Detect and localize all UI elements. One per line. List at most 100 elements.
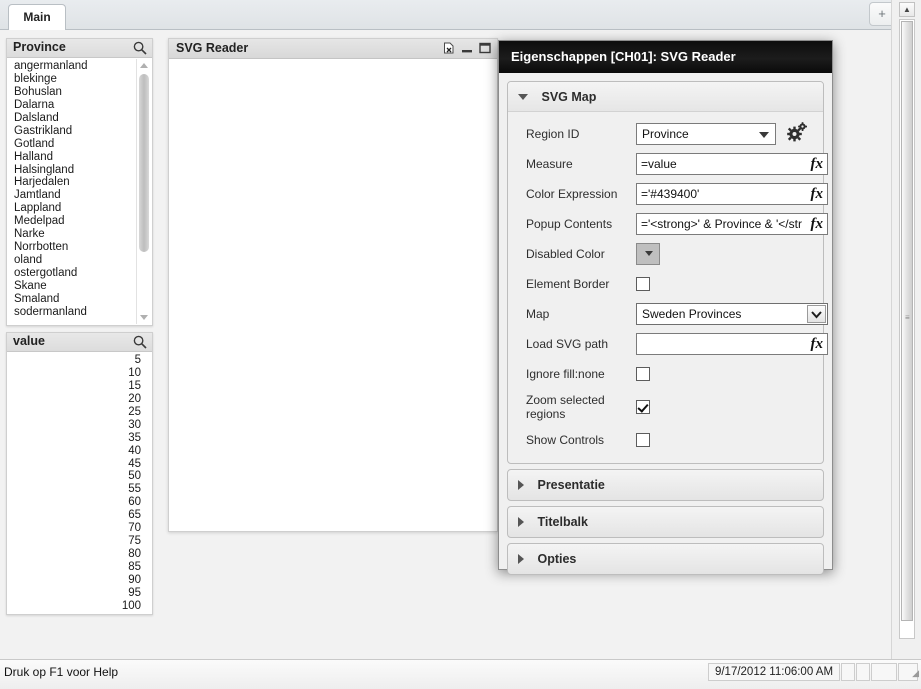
zoom-selected-regions-checkbox[interactable] <box>636 400 650 414</box>
region-id-dropdown[interactable]: Province <box>636 122 776 145</box>
list-item[interactable]: 25 <box>8 406 147 419</box>
chevron-right-icon[interactable] <box>518 516 524 527</box>
list-item[interactable]: 10 <box>8 367 147 380</box>
list-item[interactable]: Bohuslan <box>8 86 137 99</box>
show-controls-checkbox[interactable] <box>636 433 650 447</box>
list-item[interactable]: Gotland <box>8 138 137 151</box>
fx-icon[interactable]: fx <box>811 335 824 354</box>
list-item[interactable]: blekinge <box>8 73 137 86</box>
list-item[interactable]: Narke <box>8 228 137 241</box>
scroll-down-icon[interactable] <box>137 310 151 324</box>
list-item[interactable]: Smaland <box>8 293 137 306</box>
list-item[interactable]: 5 <box>8 354 147 367</box>
section-titelbalk[interactable]: Titelbalk <box>507 506 824 538</box>
list-item[interactable]: 50 <box>8 470 147 483</box>
list-item[interactable]: Halsingland <box>8 164 137 177</box>
vscroll-thumb[interactable]: ≡ <box>901 21 913 621</box>
canvas-vertical-scrollbar[interactable]: ▲ ≡ <box>891 0 921 659</box>
color-expression-input[interactable]: ='#439400' fx <box>636 183 828 205</box>
disabled-color-swatch[interactable] <box>636 243 660 265</box>
list-item[interactable]: Norrbotten <box>8 241 137 254</box>
list-item[interactable]: Lappland <box>8 202 137 215</box>
chevron-down-icon[interactable] <box>518 93 528 100</box>
resize-grip-icon[interactable]: ◢ <box>912 668 919 679</box>
list-item[interactable]: 15 <box>8 380 147 393</box>
list-item[interactable]: Dalsland <box>8 112 137 125</box>
list-item[interactable]: Jamtland <box>8 189 137 202</box>
map-select[interactable]: Sweden Provinces <box>636 303 828 325</box>
chevron-down-icon[interactable] <box>807 305 826 323</box>
chevron-right-icon[interactable] <box>518 479 524 490</box>
chevron-down-icon[interactable] <box>759 131 769 138</box>
list-item[interactable]: 55 <box>8 483 147 496</box>
list-item[interactable]: 100 <box>8 600 147 613</box>
measure-input[interactable]: =value fx <box>636 153 828 175</box>
field-zoom-selected-regions-label: Zoom selected regions <box>526 393 605 421</box>
listbox-value[interactable]: value 5 10 15 20 25 30 35 40 45 50 55 60 65 70 75 80 85 9… <box>6 332 153 615</box>
list-item[interactable]: Dalarna <box>8 99 137 112</box>
svg-reader-body[interactable] <box>170 60 496 530</box>
tab-main[interactable]: Main <box>8 4 66 30</box>
load-svg-path-input[interactable]: fx <box>636 333 828 355</box>
search-icon[interactable] <box>133 41 147 55</box>
scroll-up-icon[interactable]: ▲ <box>899 2 915 17</box>
gear-icon[interactable] <box>786 122 808 145</box>
section-opties-title: Opties <box>537 552 577 566</box>
svg-reader-object[interactable]: SVG Reader <box>168 38 498 532</box>
list-item[interactable]: 60 <box>8 496 147 509</box>
list-item[interactable]: ostergotland <box>8 267 137 280</box>
list-item[interactable]: 20 <box>8 393 147 406</box>
listbox-value-caption: value <box>7 333 152 352</box>
minimize-icon[interactable] <box>461 42 473 57</box>
scroll-up-icon[interactable] <box>137 59 151 73</box>
scrollbar-thumb[interactable] <box>139 74 149 252</box>
list-item[interactable]: 30 <box>8 419 147 432</box>
vscroll-track[interactable]: ≡ <box>899 19 915 639</box>
section-svg-map[interactable]: SVG Map Region ID Province Measure =valu… <box>507 81 828 464</box>
listbox-value-body[interactable]: 5 10 15 20 25 30 35 40 45 50 55 60 65 70 75 80 85 90 95 100 <box>8 353 151 613</box>
list-item[interactable]: 90 <box>8 574 147 587</box>
fx-icon[interactable]: fx <box>811 185 824 204</box>
list-item[interactable]: Medelpad <box>8 215 137 228</box>
listbox-province-body[interactable]: angermanland blekinge Bohuslan Dalarna Dalsl… <box>8 59 151 324</box>
list-item[interactable]: Harjedalen <box>8 176 137 189</box>
section-presentatie-header[interactable]: Presentatie <box>508 470 823 500</box>
section-titelbalk-header[interactable]: Titelbalk <box>508 507 823 537</box>
listbox-province-scrollbar[interactable] <box>136 59 151 324</box>
section-opties-header[interactable]: Opties <box>508 544 823 574</box>
list-item[interactable]: Gastrikland <box>8 125 137 138</box>
listbox-value-items[interactable]: 5 10 15 20 25 30 35 40 45 50 55 60 65 70 75 80 85 90 95 100 <box>8 353 147 613</box>
section-presentatie[interactable]: Presentatie <box>507 469 824 501</box>
element-border-checkbox[interactable] <box>636 277 650 291</box>
ignore-fill-none-checkbox[interactable] <box>636 367 650 381</box>
list-item[interactable]: Skane <box>8 280 137 293</box>
clear-selections-icon[interactable] <box>443 42 455 57</box>
section-svg-map-header[interactable]: SVG Map <box>508 82 823 112</box>
list-item[interactable]: 70 <box>8 522 147 535</box>
list-item[interactable]: 85 <box>8 561 147 574</box>
dialog-body: SVG Map Region ID Province Measure =valu… <box>499 73 832 575</box>
section-opties[interactable]: Opties <box>507 543 824 575</box>
fx-icon[interactable]: fx <box>811 215 824 234</box>
list-item[interactable]: 40 <box>8 445 147 458</box>
list-item[interactable]: 80 <box>8 548 147 561</box>
field-ignore-fill-none: Ignore fill:none <box>508 363 823 385</box>
list-item[interactable]: sodermanland <box>8 306 137 319</box>
chevron-right-icon[interactable] <box>518 553 524 564</box>
fx-icon[interactable]: fx <box>811 155 824 174</box>
properties-dialog[interactable]: Eigenschappen [CH01]: SVG Reader SVG Map… <box>498 40 833 575</box>
search-icon[interactable] <box>133 335 147 349</box>
list-item[interactable]: angermanland <box>8 60 137 73</box>
list-item[interactable]: 45 <box>8 458 147 471</box>
list-item[interactable]: oland <box>8 254 137 267</box>
list-item[interactable]: 65 <box>8 509 147 522</box>
section-presentatie-title: Presentatie <box>537 478 605 492</box>
list-item[interactable]: 95 <box>8 587 147 600</box>
list-item[interactable]: 35 <box>8 432 147 445</box>
popup-contents-input[interactable]: ='<strong>' & Province & '</str fx <box>636 213 828 235</box>
list-item[interactable]: Halland <box>8 151 137 164</box>
listbox-province[interactable]: Province angermanland blekinge Bohuslan Dal… <box>6 38 153 326</box>
listbox-province-items[interactable]: angermanland blekinge Bohuslan Dalarna Dalsl… <box>8 59 137 319</box>
list-item[interactable]: 75 <box>8 535 147 548</box>
maximize-icon[interactable] <box>479 42 491 57</box>
